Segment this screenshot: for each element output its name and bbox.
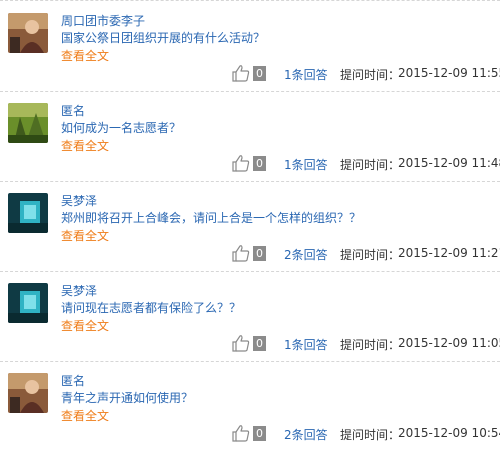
ask-time: 2015-12-09 10:54 — [398, 426, 500, 440]
like-count-badge: 0 — [253, 426, 266, 441]
answer-count-link[interactable]: 1条回答 — [284, 66, 328, 83]
person-photo-avatar[interactable] — [8, 13, 48, 53]
view-full-text-link[interactable]: 查看全文 — [61, 137, 109, 154]
time-label: 提问时间： — [340, 428, 401, 442]
view-full-text-link[interactable]: 查看全文 — [61, 407, 109, 424]
question-title[interactable]: 郑州即将召开上合峰会，请问上合是一个怎样的组织？？ — [61, 209, 361, 226]
thumbs-up-icon[interactable] — [231, 333, 251, 353]
question-title[interactable]: 国家公祭日团组织开展的有什么活动？ — [61, 29, 265, 46]
question-list: 周口团市委李子 国家公祭日团组织开展的有什么活动？ 查看全文 0 1条回答 提问… — [0, 0, 500, 453]
author-name[interactable]: 吴梦泽 — [61, 282, 97, 299]
author-name[interactable]: 吴梦泽 — [61, 192, 97, 209]
question-title[interactable]: 请问现在志愿者都有保险了么？？ — [61, 299, 241, 316]
top-divider — [0, 0, 500, 1]
answer-count-link[interactable]: 1条回答 — [284, 156, 328, 173]
answer-count-link[interactable]: 2条回答 — [284, 246, 328, 263]
ask-time: 2015-12-09 11:05 — [398, 336, 500, 350]
like-count-badge: 0 — [253, 66, 266, 81]
like-count-badge: 0 — [253, 246, 266, 261]
ask-time: 2015-12-09 11:21 — [398, 246, 500, 260]
question-item: 周口团市委李子 国家公祭日团组织开展的有什么活动？ 查看全文 0 1条回答 提问… — [0, 2, 500, 92]
question-item: 吴梦泽 请问现在志愿者都有保险了么？？ 查看全文 0 1条回答 提问时间： 20… — [0, 272, 500, 362]
question-title[interactable]: 如何成为一名志愿者？ — [61, 119, 181, 136]
question-item: 匿名 如何成为一名志愿者？ 查看全文 0 1条回答 提问时间： 2015-12-… — [0, 92, 500, 182]
time-label: 提问时间： — [340, 248, 401, 262]
thumbs-up-icon[interactable] — [231, 63, 251, 83]
time-label: 提问时间： — [340, 68, 401, 82]
ask-time: 2015-12-09 11:55 — [398, 66, 500, 80]
green-landscape-avatar[interactable] — [8, 103, 48, 143]
like-count-badge: 0 — [253, 156, 266, 171]
author-name[interactable]: 匿名 — [61, 102, 85, 119]
ask-time: 2015-12-09 11:48 — [398, 156, 500, 170]
view-full-text-link[interactable]: 查看全文 — [61, 47, 109, 64]
like-count-badge: 0 — [253, 336, 266, 351]
time-label: 提问时间： — [340, 338, 401, 352]
answer-count-link[interactable]: 1条回答 — [284, 336, 328, 353]
teal-scene-avatar[interactable] — [8, 283, 48, 323]
thumbs-up-icon[interactable] — [231, 153, 251, 173]
author-name[interactable]: 周口团市委李子 — [61, 12, 145, 29]
answer-count-link[interactable]: 2条回答 — [284, 426, 328, 443]
question-item: 吴梦泽 郑州即将召开上合峰会，请问上合是一个怎样的组织？？ 查看全文 0 2条回… — [0, 182, 500, 272]
author-name[interactable]: 匿名 — [61, 372, 85, 389]
question-title[interactable]: 青年之声开通如何使用？ — [61, 389, 193, 406]
thumbs-up-icon[interactable] — [231, 243, 251, 263]
view-full-text-link[interactable]: 查看全文 — [61, 227, 109, 244]
person-photo-avatar[interactable] — [8, 373, 48, 413]
teal-scene-avatar[interactable] — [8, 193, 48, 233]
view-full-text-link[interactable]: 查看全文 — [61, 317, 109, 334]
thumbs-up-icon[interactable] — [231, 423, 251, 443]
time-label: 提问时间： — [340, 158, 401, 172]
question-item: 匿名 青年之声开通如何使用？ 查看全文 0 2条回答 提问时间： 2015-12… — [0, 362, 500, 452]
